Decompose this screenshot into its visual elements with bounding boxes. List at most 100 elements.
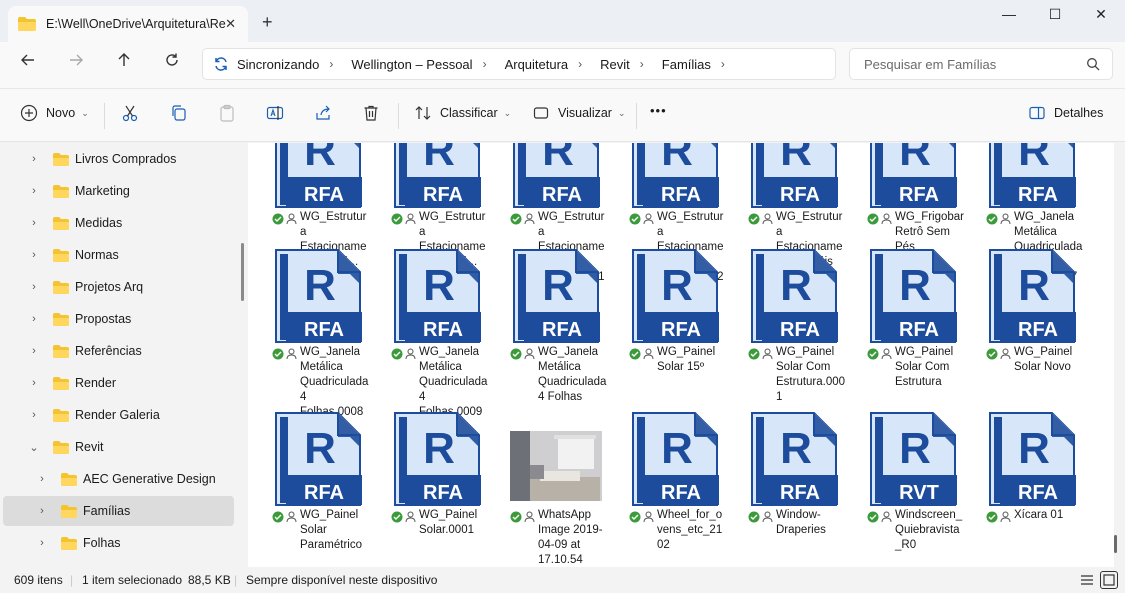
new-tab-button[interactable]: +: [262, 12, 273, 33]
folder-icon: [53, 344, 69, 358]
copy-button[interactable]: [170, 104, 196, 122]
sidebar-item-propostas[interactable]: › Propostas: [3, 304, 234, 334]
search-icon: [1087, 58, 1100, 71]
chevron-down-icon: ⌄: [503, 107, 512, 118]
tiles-view-button[interactable]: [1100, 571, 1118, 589]
breadcrumb-wellington[interactable]: Wellington – Pessoal: [351, 57, 472, 72]
shared-person-icon: [524, 511, 535, 526]
new-button[interactable]: Novo ⌄: [20, 104, 89, 122]
chevron-right-icon[interactable]: ›: [37, 505, 47, 517]
sidebar-item-label: Revit: [75, 440, 104, 454]
sidebar-item-label: Folhas: [83, 536, 121, 550]
sidebar-item-folhas[interactable]: › Folhas: [3, 528, 234, 558]
availability-status: Sempre disponível neste dispositivo: [246, 573, 438, 587]
shared-person-icon: [1000, 511, 1011, 526]
sidebar-item-render-galeria[interactable]: › Render Galeria: [3, 400, 234, 430]
details-view-button[interactable]: [1078, 571, 1096, 589]
refresh-button[interactable]: [158, 52, 186, 76]
search-input[interactable]: Pesquisar em Famílias: [849, 48, 1113, 80]
sidebar-item-livros-comprados[interactable]: › Livros Comprados: [3, 144, 234, 174]
chevron-right-icon[interactable]: ›: [640, 57, 644, 71]
sidebar-item-referencias[interactable]: › Referências: [3, 336, 234, 366]
chevron-right-icon[interactable]: ›: [29, 377, 39, 389]
folder-icon: [53, 280, 69, 294]
sync-check-icon: [986, 348, 998, 363]
details-button[interactable]: Detalhes: [1028, 104, 1103, 122]
chevron-right-icon[interactable]: ›: [29, 153, 39, 165]
chevron-right-icon[interactable]: ›: [29, 185, 39, 197]
sidebar-item-aec-generative-design[interactable]: › AEC Generative Design: [3, 464, 234, 494]
sidebar-item-marketing[interactable]: › Marketing: [3, 176, 234, 206]
sidebar-item-normas[interactable]: › Normas: [3, 240, 234, 270]
svg-text:R: R: [304, 143, 336, 175]
sync-status[interactable]: Sincronizando: [237, 57, 319, 72]
sidebar-item-revit[interactable]: ⌄ Revit: [3, 432, 234, 462]
sidebar-item-label: Render: [75, 376, 116, 390]
svg-text:R: R: [661, 424, 693, 473]
folder-icon: [53, 184, 69, 198]
chevron-right-icon[interactable]: ›: [483, 57, 487, 71]
rename-button[interactable]: [266, 104, 292, 122]
view-button[interactable]: Visualizar ⌄: [532, 104, 626, 122]
breadcrumb-arquitetura[interactable]: Arquitetura: [505, 57, 569, 72]
revit-file-icon: R RFA: [391, 143, 483, 212]
chevron-right-icon[interactable]: ›: [29, 409, 39, 421]
address-bar[interactable]: Sincronizando › Wellington – Pessoal › A…: [202, 48, 836, 80]
more-options-button[interactable]: •••: [650, 103, 667, 118]
sync-check-icon: [629, 511, 641, 526]
chevron-down-icon[interactable]: ⌄: [29, 441, 39, 454]
sort-button[interactable]: Classificar ⌄: [414, 104, 511, 122]
folder-icon: [53, 312, 69, 326]
search-placeholder: Pesquisar em Famílias: [864, 56, 997, 72]
sidebar-item-medidas[interactable]: › Medidas: [3, 208, 234, 238]
shared-person-icon: [286, 213, 297, 228]
share-button[interactable]: [314, 104, 340, 122]
file-name: Xícara 01: [1014, 509, 1064, 521]
chevron-right-icon[interactable]: ›: [29, 217, 39, 229]
svg-text:R: R: [1018, 143, 1050, 175]
sidebar-item-render[interactable]: › Render: [3, 368, 234, 398]
plus-circle-icon: [20, 104, 38, 122]
chevron-right-icon[interactable]: ›: [29, 281, 39, 293]
sidebar-scrollbar[interactable]: [241, 243, 244, 301]
breadcrumb-revit[interactable]: Revit: [600, 57, 630, 72]
folder-icon: [61, 536, 77, 550]
delete-button[interactable]: [362, 104, 388, 122]
tab-active[interactable]: E:\Well\OneDrive\Arquitetura\Revit\Famíl…: [8, 6, 248, 42]
rename-icon: [266, 106, 284, 120]
cut-button[interactable]: [121, 104, 147, 122]
chevron-right-icon[interactable]: ›: [37, 537, 47, 549]
paste-button[interactable]: [218, 104, 244, 122]
tab-close-icon[interactable]: ✕: [225, 16, 236, 32]
chevron-right-icon[interactable]: ›: [721, 57, 725, 71]
arrow-right-icon: [70, 54, 83, 66]
folder-icon: [53, 248, 69, 262]
revit-file-icon: R RFA: [748, 143, 840, 212]
sort-label: Classificar: [440, 106, 498, 120]
maximize-button[interactable]: ☐: [1032, 6, 1078, 28]
minimize-button[interactable]: —: [986, 6, 1032, 28]
chevron-right-icon[interactable]: ›: [29, 249, 39, 261]
revit-file-icon: R RFA: [986, 143, 1078, 212]
sidebar-item-familias[interactable]: › Famílias: [3, 496, 234, 526]
breadcrumb-familias[interactable]: Famílias: [662, 57, 711, 72]
sync-check-icon: [272, 213, 284, 228]
divider: |: [234, 573, 238, 587]
revit-file-icon: R RFA: [986, 248, 1078, 347]
chevron-right-icon[interactable]: ›: [329, 57, 333, 71]
chevron-right-icon[interactable]: ›: [29, 345, 39, 357]
chevron-right-icon[interactable]: ›: [29, 313, 39, 325]
content-scrollbar[interactable]: [1114, 535, 1117, 553]
svg-text:RFA: RFA: [423, 482, 463, 504]
navigation-pane: › Livros Comprados › Marketing › Medidas › N…: [0, 143, 236, 567]
chevron-right-icon[interactable]: ›: [578, 57, 582, 71]
chevron-right-icon[interactable]: ›: [37, 473, 47, 485]
arrow-left-icon: [21, 54, 34, 66]
back-button[interactable]: [14, 52, 42, 76]
up-button[interactable]: [110, 52, 138, 76]
close-button[interactable]: ✕: [1078, 6, 1124, 28]
forward-button[interactable]: [62, 52, 90, 76]
sidebar-item-projetos-arq[interactable]: › Projetos Arq: [3, 272, 234, 302]
svg-text:R: R: [423, 143, 455, 175]
revit-file-icon: R RFA: [510, 143, 602, 212]
